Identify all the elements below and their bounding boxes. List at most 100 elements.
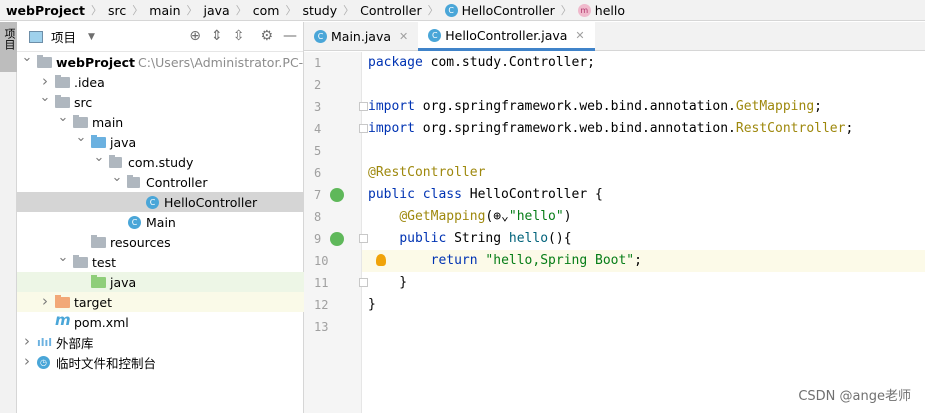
chevron-down-icon[interactable]: ⌄	[39, 90, 51, 105]
code-line[interactable]: }	[362, 294, 925, 316]
tree-item-label: HelloController	[164, 194, 258, 210]
close-icon[interactable]: ✕	[575, 29, 584, 42]
chevron-right-icon[interactable]: ›	[21, 352, 33, 370]
code-line[interactable]	[362, 74, 925, 96]
tool-window-strip: 项目	[0, 22, 17, 413]
code-token: return	[430, 253, 486, 268]
tree-item-label: src	[74, 94, 93, 110]
chevron-down-icon[interactable]: ⌄	[93, 150, 105, 165]
project-tool-label: 项目	[3, 28, 16, 50]
code-token: }	[368, 275, 408, 290]
tree-item-label: java	[110, 134, 137, 150]
breadcrumb-label: Controller	[360, 2, 422, 18]
code-editor[interactable]: package com.study.Controller; import org.…	[362, 52, 925, 413]
tree-item-label: Controller	[146, 174, 208, 190]
chevron-down-icon[interactable]: ⌄	[21, 50, 33, 65]
gear-icon[interactable]: ⚙	[260, 28, 273, 44]
collapse-all-icon[interactable]: ⇳	[233, 28, 245, 44]
breadcrumb-item[interactable]: com	[253, 3, 280, 18]
code-token: org.springframework.web.bind.annotation.	[422, 99, 736, 114]
class-icon: C	[128, 215, 141, 229]
package-icon	[109, 155, 122, 168]
tree-item-label: com.study	[128, 154, 194, 170]
chevron-down-icon[interactable]: ⌄	[57, 250, 69, 265]
tree-item[interactable]: ⌄ Controller	[17, 170, 304, 192]
code-line[interactable]: @GetMapping(⊕⌄"hello")	[362, 206, 925, 228]
chevron-right-icon[interactable]: ›	[21, 332, 33, 350]
code-token: String	[454, 231, 509, 246]
breadcrumb-item[interactable]: webProject	[6, 3, 85, 18]
code-line[interactable]: import org.springframework.web.bind.anno…	[362, 118, 925, 140]
code-token: @GetMapping	[399, 209, 486, 224]
spring-web-icon[interactable]	[330, 232, 344, 246]
tab-hellocontroller-java[interactable]: C HelloController.java ✕	[418, 22, 595, 51]
maven-icon: m	[55, 311, 71, 329]
tree-item[interactable]: ⌄ main	[17, 110, 304, 132]
breadcrumb-item[interactable]: C HelloController	[444, 3, 555, 18]
tree-item[interactable]: java	[17, 272, 304, 292]
breadcrumb-item[interactable]: main	[149, 3, 180, 18]
code-line[interactable]	[362, 140, 925, 162]
locate-icon[interactable]: ⊕	[189, 28, 201, 44]
tab-label: HelloController.java	[445, 27, 568, 43]
line-number: 11	[314, 276, 329, 290]
class-icon: C	[428, 28, 442, 42]
breadcrumb-item[interactable]: study	[302, 3, 337, 18]
tree-item[interactable]: resources	[17, 232, 304, 252]
chevron-right-icon[interactable]: ›	[39, 72, 51, 90]
tree-item[interactable]: C Main	[17, 212, 304, 232]
chevron-right-icon: 〉	[343, 4, 355, 17]
line-number: 6	[314, 166, 322, 180]
tree-item-label: test	[92, 254, 117, 270]
project-tool-tab[interactable]: 项目	[0, 22, 17, 72]
code-line[interactable]: import org.springframework.web.bind.anno…	[362, 96, 925, 118]
code-line[interactable]: @RestController	[362, 162, 925, 184]
tree-item[interactable]: ⌄ test	[17, 250, 304, 272]
tree-item-label: resources	[110, 234, 171, 250]
tree-item[interactable]: C HelloController	[17, 192, 304, 212]
breadcrumb-item[interactable]: Controller	[360, 3, 422, 18]
panel-title: 项目	[51, 30, 77, 45]
tree-item[interactable]: ⌄ webProject C:\Users\Administrator.PC-20	[17, 50, 320, 72]
folder-icon	[55, 295, 70, 308]
package-icon	[127, 175, 140, 188]
view-selector[interactable]: 项目 ▼	[29, 27, 95, 46]
tree-item[interactable]: › .idea	[17, 72, 304, 92]
chevron-right-icon[interactable]: ›	[39, 292, 51, 310]
code-token: )	[563, 209, 572, 224]
code-token: package	[368, 55, 431, 70]
breadcrumb-label: study	[302, 2, 338, 18]
expand-all-icon[interactable]: ⇕	[211, 28, 223, 44]
folder-icon	[91, 135, 106, 148]
project-path: C:\Users\Administrator.PC-20	[138, 54, 320, 70]
tree-item[interactable]: ⌄ com.study	[17, 150, 304, 172]
breadcrumb-item[interactable]: m hello	[577, 3, 625, 18]
tree-item-label: Main	[146, 214, 176, 230]
tree-item[interactable]: › ılıl 外部库	[17, 332, 304, 352]
lightbulb-icon[interactable]	[376, 254, 386, 266]
tab-main-java[interactable]: C Main.java ✕	[304, 22, 418, 51]
code-line[interactable]: package com.study.Controller;	[362, 52, 925, 74]
line-number: 13	[314, 320, 329, 334]
tree-item[interactable]: m pom.xml	[17, 311, 304, 332]
breadcrumb-item[interactable]: java	[204, 3, 230, 18]
chevron-down-icon[interactable]: ⌄	[75, 130, 87, 145]
code-line[interactable]: return "hello,Spring Boot";	[362, 250, 925, 272]
code-line[interactable]: }	[362, 272, 925, 294]
breadcrumb-item[interactable]: src	[108, 3, 126, 18]
tree-item[interactable]: ⌄ java	[17, 130, 304, 152]
code-line[interactable]: public class HelloController {	[362, 184, 925, 206]
code-line[interactable]: public String hello(){	[362, 228, 925, 250]
code-line[interactable]	[362, 316, 925, 338]
chevron-down-icon[interactable]: ⌄	[111, 170, 123, 185]
spring-bean-icon[interactable]	[330, 188, 344, 202]
breadcrumb-label: com	[252, 2, 280, 18]
hide-icon[interactable]: —	[283, 28, 297, 44]
close-icon[interactable]: ✕	[399, 30, 408, 43]
tree-item[interactable]: ⌄ src	[17, 90, 304, 112]
breadcrumb-label: main	[149, 2, 181, 18]
tree-item[interactable]: › ◷ 临时文件和控制台	[17, 352, 304, 372]
chevron-down-icon[interactable]: ⌄	[57, 110, 69, 125]
tree-item[interactable]: › target	[17, 292, 304, 312]
